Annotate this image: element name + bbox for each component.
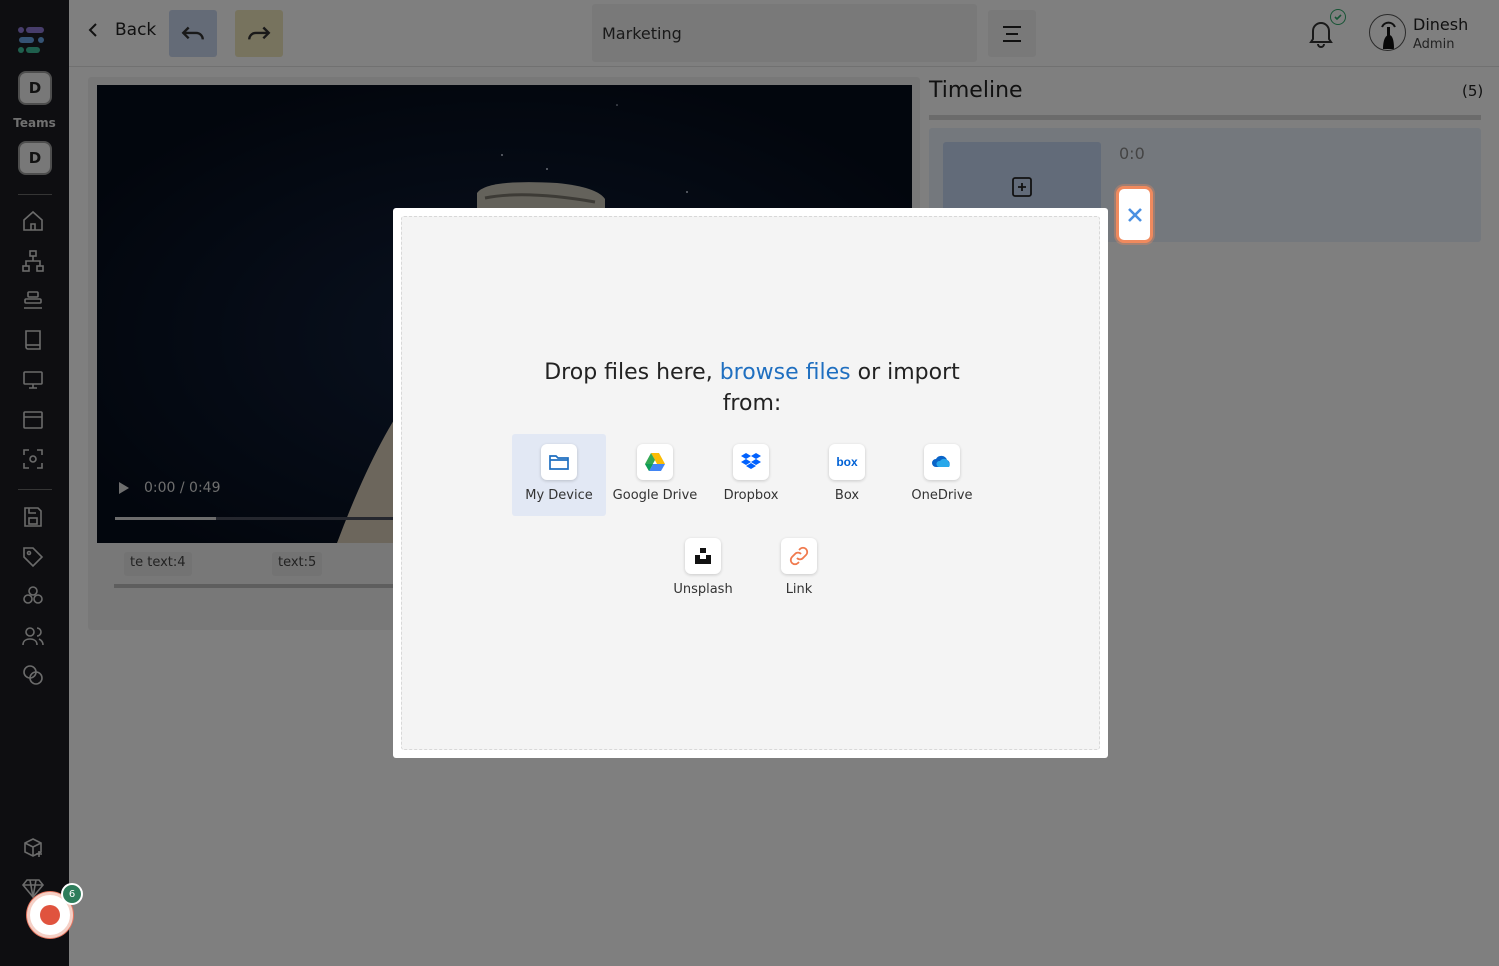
source-link[interactable]: Link: [752, 528, 846, 610]
record-dot-icon: [40, 905, 60, 925]
upload-dialog: Drop files here, browse files or import …: [393, 208, 1108, 758]
folder-icon: [541, 444, 577, 480]
link-icon: [781, 538, 817, 574]
dropbox-icon: [733, 444, 769, 480]
drop-instructions: Drop files here, browse files or import …: [538, 357, 966, 419]
google-drive-icon: [637, 444, 673, 480]
record-count-badge: 6: [61, 883, 83, 905]
onedrive-icon: [924, 444, 960, 480]
source-label: Link: [785, 582, 813, 597]
close-icon: [1127, 207, 1142, 222]
browse-files-link[interactable]: browse files: [720, 360, 851, 385]
source-label: Unsplash: [673, 582, 733, 597]
source-label: Box: [834, 488, 860, 503]
drop-zone[interactable]: Drop files here, browse files or import …: [401, 216, 1100, 750]
drop-text-prefix: Drop files here,: [544, 360, 720, 385]
box-icon: box: [829, 444, 865, 480]
source-label: Dropbox: [723, 488, 779, 503]
unsplash-icon: [685, 538, 721, 574]
source-label: OneDrive: [911, 488, 973, 503]
source-my-device[interactable]: My Device: [512, 434, 606, 516]
source-dropbox[interactable]: Dropbox: [704, 434, 798, 516]
source-label: Google Drive: [612, 488, 698, 503]
source-unsplash[interactable]: Unsplash: [656, 528, 750, 610]
svg-text:box: box: [836, 455, 858, 469]
source-box[interactable]: box Box: [800, 434, 894, 516]
close-dialog-button[interactable]: [1116, 186, 1153, 243]
source-onedrive[interactable]: OneDrive: [895, 434, 989, 516]
source-google-drive[interactable]: Google Drive: [608, 434, 702, 516]
source-label: My Device: [525, 488, 593, 503]
